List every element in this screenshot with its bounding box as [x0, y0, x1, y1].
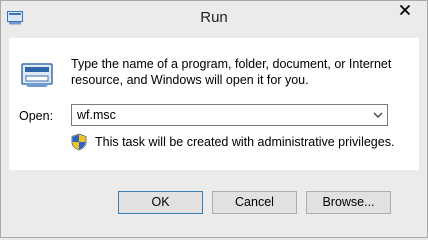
open-input[interactable]: wf.msc — [77, 108, 116, 122]
close-icon — [399, 4, 411, 16]
chevron-down-icon[interactable] — [369, 105, 387, 125]
admin-privileges-note: This task will be created with administr… — [95, 135, 395, 149]
run-description: Type the name of a program, folder, docu… — [71, 57, 392, 87]
cancel-button[interactable]: Cancel — [212, 191, 297, 214]
window-title: Run — [200, 9, 228, 26]
browse-button[interactable]: Browse... — [306, 191, 391, 214]
ok-button[interactable]: OK — [118, 191, 203, 214]
close-button[interactable] — [385, 1, 423, 21]
uac-shield-icon — [71, 133, 87, 151]
open-label: Open: — [19, 109, 54, 123]
run-dialog-icon — [20, 59, 56, 89]
title-bar[interactable]: Run — [1, 1, 427, 37]
open-combobox[interactable]: wf.msc — [71, 104, 388, 126]
run-dialog: Run Type the name of a program, folder, … — [0, 0, 428, 238]
dialog-content: Type the name of a program, folder, docu… — [9, 38, 419, 170]
